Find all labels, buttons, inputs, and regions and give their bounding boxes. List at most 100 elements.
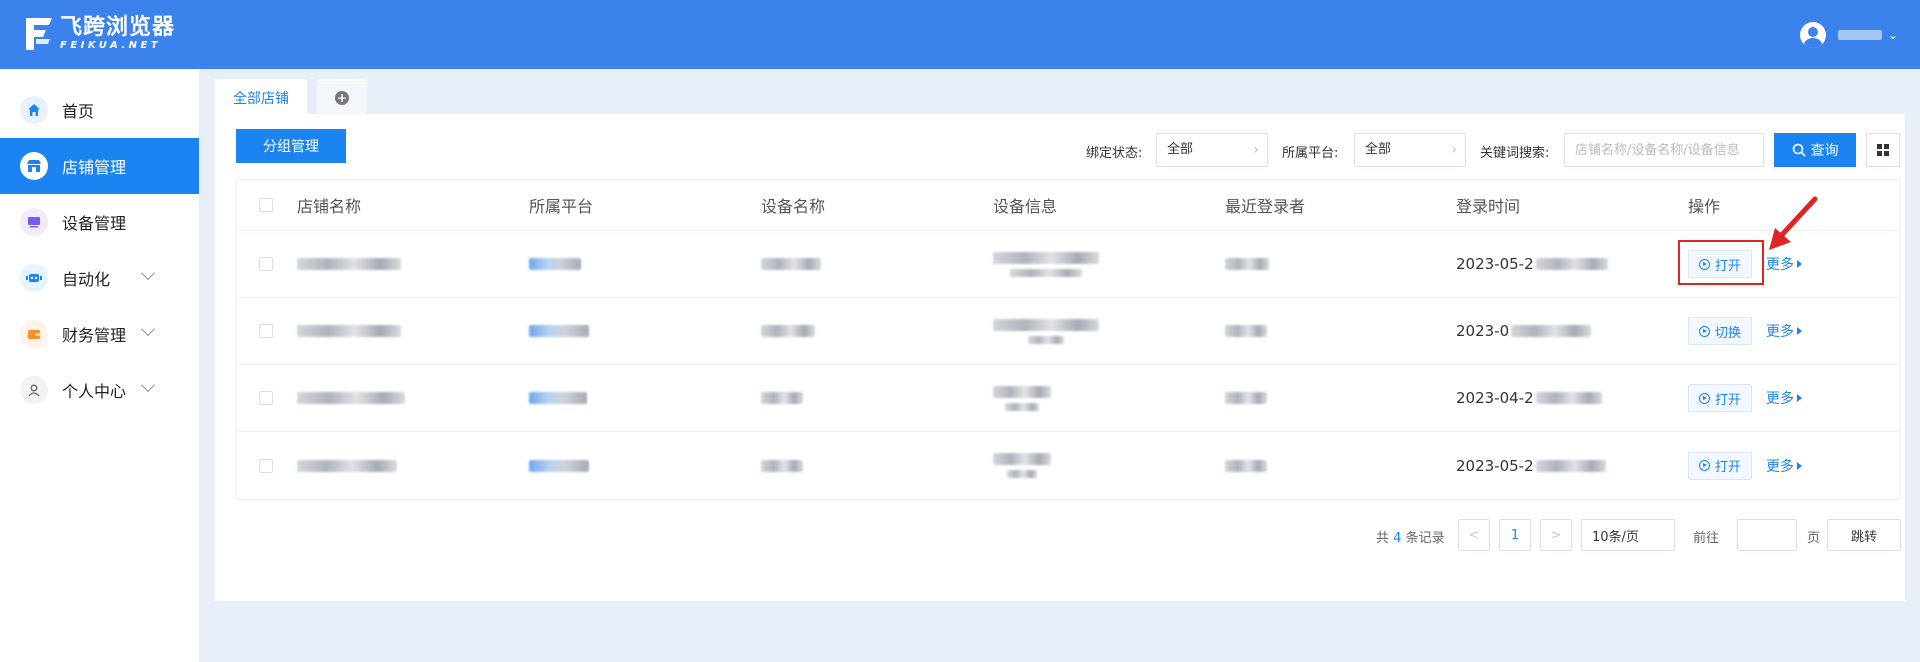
device-info-redacted <box>993 298 1099 364</box>
chevron-down-icon <box>140 321 156 337</box>
platform-label: 所属平台: <box>1282 146 1339 161</box>
store-name-redacted <box>297 231 401 297</box>
bind-status-select[interactable]: 全部 <box>1156 133 1268 167</box>
sidebar-item-device-management[interactable]: 设备管理 <box>0 194 199 250</box>
store-name-redacted <box>297 298 401 364</box>
table-row: 2023-05-2 打开 更多 <box>237 231 1899 298</box>
open-button[interactable]: 打开 <box>1688 451 1753 480</box>
platform-redacted <box>529 365 587 431</box>
sidebar-item-personal-center[interactable]: 个人中心 <box>0 362 199 418</box>
keyword-label: 关键词搜索: <box>1480 146 1550 161</box>
row-checkbox[interactable] <box>259 257 273 271</box>
automation-icon <box>20 264 48 292</box>
red-arrow-annotation <box>1769 196 1818 250</box>
more-button[interactable]: 更多 <box>1766 321 1802 341</box>
last-login-user-redacted <box>1225 231 1269 297</box>
switch-icon <box>1699 325 1710 337</box>
device-name-redacted <box>761 298 815 364</box>
more-button[interactable]: 更多 <box>1766 388 1802 408</box>
top-header: 飞跨浏览器 FEIKUA.NET ⌄ <box>0 0 1920 69</box>
col-actions: 操作 <box>1688 197 1721 216</box>
row-checkbox[interactable] <box>259 391 273 405</box>
device-info-redacted <box>993 231 1099 297</box>
store-name-redacted <box>297 432 397 499</box>
select-all-checkbox[interactable] <box>259 198 273 212</box>
row-checkbox[interactable] <box>259 458 273 473</box>
wallet-icon <box>20 320 48 348</box>
device-icon <box>20 208 48 236</box>
bind-status-label: 绑定状态: <box>1086 146 1143 161</box>
jump-button[interactable]: 跳转 <box>1827 519 1901 551</box>
last-login-user-redacted <box>1225 432 1267 499</box>
user-menu[interactable]: ⌄ <box>1799 22 1898 48</box>
next-page-button[interactable]: > <box>1540 519 1572 551</box>
sidebar-item-label: 设备管理 <box>62 214 127 233</box>
store-table: 店铺名称 所属平台 设备名称 设备信息 最近登录者 登录时间 操作 2023-0… <box>236 179 1900 500</box>
last-login-user-redacted <box>1225 298 1267 364</box>
app-logo[interactable]: 飞跨浏览器 FEIKUA.NET <box>22 16 175 52</box>
switch-button[interactable]: 切换 <box>1688 317 1753 345</box>
sidebar-item-store-management[interactable]: 店铺管理 <box>0 138 199 194</box>
last-login-user-redacted <box>1225 365 1267 431</box>
highlight-box <box>1678 240 1764 285</box>
row-checkbox[interactable] <box>259 324 273 338</box>
col-login-time: 登录时间 <box>1456 197 1521 216</box>
goto-page-input[interactable] <box>1737 519 1797 551</box>
platform-redacted <box>529 432 589 499</box>
main-content: 全部店铺 + 分组管理 绑定状态: 全部 所属平台: 全部 关键词搜索: 查询 <box>215 79 1905 601</box>
store-icon <box>20 152 48 180</box>
device-name-redacted <box>761 365 803 431</box>
plus-circle-icon: + <box>335 90 349 105</box>
keyword-search-input[interactable] <box>1564 133 1764 167</box>
grid-icon <box>1877 144 1889 156</box>
sidebar-item-label: 财务管理 <box>62 326 127 345</box>
login-time: 2023-04-2 <box>1456 365 1602 431</box>
grid-view-toggle[interactable] <box>1866 133 1900 167</box>
page-size-select[interactable]: 10条/页 <box>1581 519 1675 551</box>
sidebar-item-finance[interactable]: 财务管理 <box>0 306 199 362</box>
search-icon <box>1792 143 1806 157</box>
col-last-login-user: 最近登录者 <box>1225 197 1306 216</box>
sidebar-item-automation[interactable]: 自动化 <box>0 250 199 306</box>
device-info-redacted <box>993 432 1051 499</box>
chevron-down-icon: ⌄ <box>1887 28 1898 42</box>
tab-bar: 全部店铺 + <box>215 79 367 114</box>
open-button[interactable]: 打开 <box>1688 384 1753 412</box>
login-time: 2023-05-2 <box>1456 432 1606 499</box>
user-icon <box>20 376 48 404</box>
search-button[interactable]: 查询 <box>1774 133 1856 167</box>
platform-select[interactable]: 全部 <box>1354 133 1466 167</box>
sidebar-item-label: 个人中心 <box>62 382 127 401</box>
row-actions: 打开 更多 <box>1688 432 1802 499</box>
page-number-button[interactable]: 1 <box>1499 519 1531 551</box>
play-circle-icon <box>1699 392 1710 404</box>
device-name-redacted <box>761 432 803 499</box>
more-button[interactable]: 更多 <box>1766 456 1802 476</box>
logo-name: 飞跨浏览器 <box>60 15 176 40</box>
col-platform: 所属平台 <box>529 197 594 216</box>
sidebar-item-label: 自动化 <box>62 270 111 289</box>
total-records: 共 4 条记录 <box>1376 531 1445 546</box>
chevron-down-icon <box>140 377 156 393</box>
tab-all-stores[interactable]: 全部店铺 <box>215 79 307 114</box>
sidebar: 首页 店铺管理 设备管理 自动化 财务管理 个人中心 <box>0 69 199 662</box>
sidebar-item-home[interactable]: 首页 <box>0 82 199 138</box>
device-name-redacted <box>761 231 821 297</box>
col-device-name: 设备名称 <box>761 197 826 216</box>
filter-bar: 绑定状态: 全部 所属平台: 全部 关键词搜索: 查询 <box>215 133 1905 167</box>
row-actions: 切换 更多 <box>1688 298 1802 364</box>
add-tab-button[interactable]: + <box>317 79 367 114</box>
col-device-info: 设备信息 <box>993 197 1058 216</box>
store-panel: 分组管理 绑定状态: 全部 所属平台: 全部 关键词搜索: 查询 店铺名称 所属… <box>215 114 1905 601</box>
avatar-icon <box>1799 22 1826 48</box>
chevron-down-icon <box>140 265 156 281</box>
device-info-redacted <box>993 365 1051 431</box>
goto-label: 前往 <box>1693 531 1720 546</box>
more-button[interactable]: 更多 <box>1766 254 1802 274</box>
home-icon <box>20 96 48 124</box>
play-circle-icon <box>1699 460 1710 471</box>
prev-page-button[interactable]: < <box>1458 519 1490 551</box>
store-name-redacted <box>297 365 405 431</box>
row-actions: 打开 更多 <box>1688 365 1802 431</box>
table-row: 2023-0 切换 更多 <box>237 298 1899 365</box>
